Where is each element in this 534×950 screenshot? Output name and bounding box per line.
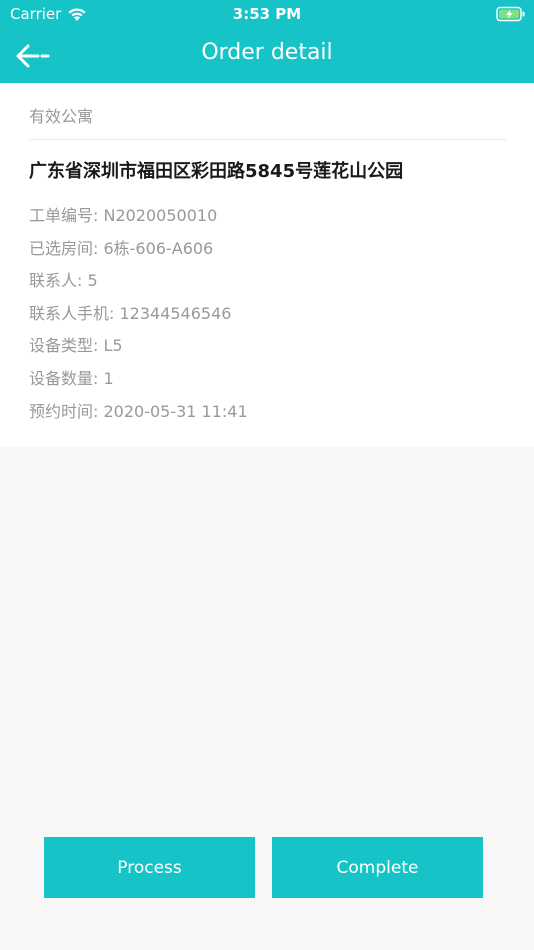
contact-phone: 联系人手机: 12344546546 (29, 303, 232, 323)
battery-charging-icon (496, 6, 525, 22)
complete-button[interactable]: Complete (272, 837, 483, 898)
status-time: 3:53 PM (232, 5, 302, 23)
device-quantity: 设备数量: 1 (29, 368, 114, 388)
address: 广东省深圳市福田区彩田路5845号莲花山公园 (29, 161, 404, 182)
page-title: Order detail (201, 40, 333, 65)
order-details-list: 工单编号: N2020050010 已选房间: 6栋-606-A606 联系人:… (29, 202, 248, 430)
divider (29, 139, 506, 140)
header: Carrier 3:53 PM Order detail (0, 0, 534, 83)
device-type: 设备类型: L5 (29, 336, 123, 356)
app-screen: Carrier 3:53 PM Order detail 有效公寓 广东省深圳市… (0, 0, 534, 950)
order-detail-card: 有效公寓 广东省深圳市福田区彩田路5845号莲花山公园 工单编号: N20200… (0, 83, 534, 447)
order-number: 工单编号: N2020050010 (29, 206, 218, 225)
contact-name: 联系人: 5 (29, 271, 98, 291)
appointment-time: 预约时间: 2020-05-31 11:41 (29, 401, 248, 421)
process-button[interactable]: Process (44, 837, 255, 898)
status-bar: Carrier 3:53 PM (0, 0, 534, 28)
selected-room: 已选房间: 6栋-606-A606 (29, 238, 214, 258)
nav-bar: Order detail (0, 28, 534, 83)
apartment-name: 有效公寓 (29, 107, 94, 126)
